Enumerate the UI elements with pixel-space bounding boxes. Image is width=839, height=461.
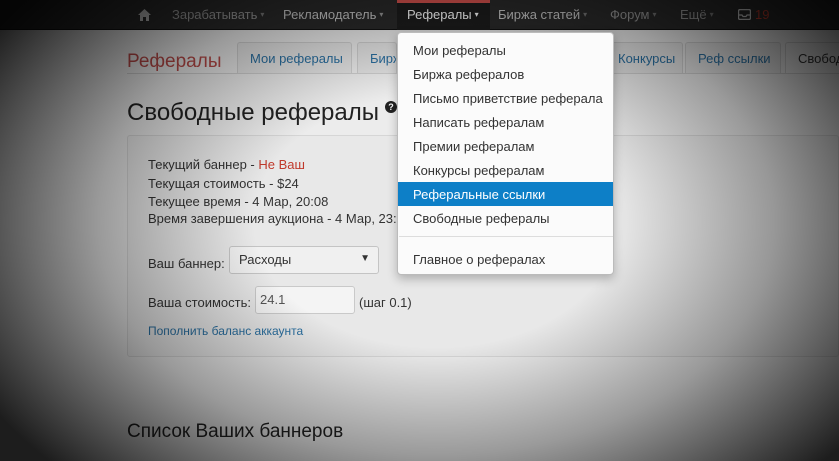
- nav-earn[interactable]: Зарабатывать ▾: [172, 0, 264, 30]
- current-banner-value: Не Ваш: [258, 157, 305, 172]
- nav-article-exchange-label: Биржа статей: [498, 7, 581, 22]
- menu-item-referral-bonuses[interactable]: Премии рефералам: [398, 134, 613, 158]
- current-banner-label: Текущий баннер -: [148, 157, 259, 172]
- messages-count-badge: 19: [755, 7, 770, 22]
- tab-referral-exchange[interactable]: Бирж: [357, 42, 397, 74]
- page-title: Свободные рефералы: [127, 99, 379, 126]
- nav-article-exchange[interactable]: Биржа статей ▾: [498, 0, 587, 30]
- menu-item-referral-contests[interactable]: Конкурсы рефералам: [398, 158, 613, 182]
- chevron-down-icon: ▾: [379, 10, 384, 19]
- chevron-down-icon: ▾: [474, 10, 479, 19]
- help-icon[interactable]: ?: [385, 101, 397, 113]
- chevron-down-icon: ▾: [583, 10, 588, 19]
- tab-contests[interactable]: Конкурсы: [605, 42, 683, 74]
- menu-item-free-referrals[interactable]: Свободные рефералы: [398, 206, 613, 230]
- nav-referrals-label: Рефералы: [407, 7, 472, 22]
- nav-earn-label: Зарабатывать: [172, 7, 258, 22]
- banner-select-value: Расходы: [239, 252, 292, 267]
- menu-item-write-referrals[interactable]: Написать рефералам: [398, 110, 613, 134]
- banner-select-label: Ваш баннер:: [148, 256, 225, 271]
- chevron-down-icon: ▾: [260, 10, 265, 19]
- menu-item-referral-exchange[interactable]: Биржа рефералов: [398, 62, 613, 86]
- nav-referrals[interactable]: Рефералы ▾: [397, 0, 490, 30]
- cost-input[interactable]: 24.1: [255, 286, 355, 314]
- menu-item-referral-links[interactable]: Реферальные ссылки: [398, 182, 613, 206]
- banner-select[interactable]: Расходы ▼: [229, 246, 379, 274]
- tab-free-referrals[interactable]: Свобод: [785, 42, 839, 74]
- inbox-icon: [738, 9, 751, 20]
- step-hint: (шаг 0.1): [359, 295, 412, 310]
- menu-item-referrals-overview[interactable]: Главное о рефералах: [398, 247, 613, 271]
- top-navbar: Зарабатывать ▾ Рекламодатель ▾ Рефералы …: [0, 0, 839, 30]
- banners-list-title: Список Ваших баннеров: [127, 421, 344, 442]
- section-title: Рефералы: [127, 51, 222, 72]
- current-time-line: Текущее время - 4 Мар, 20:08: [148, 194, 329, 209]
- home-nav-link[interactable]: [135, 0, 153, 30]
- nav-messages[interactable]: 19: [738, 0, 769, 30]
- menu-item-welcome-letter[interactable]: Письмо приветствие реферала: [398, 86, 613, 110]
- menu-divider: [399, 236, 613, 237]
- nav-advertiser-label: Рекламодатель: [283, 7, 377, 22]
- nav-forum-label: Форум: [610, 7, 650, 22]
- topup-balance-link[interactable]: Пополнить баланс аккаунта: [148, 324, 303, 338]
- tab-my-referrals[interactable]: Мои рефералы: [237, 42, 352, 74]
- current-banner-line: Текущий баннер - Не Ваш: [148, 157, 305, 172]
- select-arrow-icon: ▼: [360, 253, 370, 264]
- nav-advertiser[interactable]: Рекламодатель ▾: [283, 0, 383, 30]
- nav-more[interactable]: Ещё ▾: [680, 0, 714, 30]
- nav-forum[interactable]: Форум ▾: [610, 0, 657, 30]
- cost-input-label: Ваша стоимость:: [148, 295, 251, 310]
- auction-end-line: Время завершения аукциона - 4 Мар, 23:3: [148, 211, 404, 226]
- tab-ref-links[interactable]: Реф ссылки: [685, 42, 781, 74]
- menu-item-my-referrals[interactable]: Мои рефералы: [398, 38, 613, 62]
- nav-more-label: Ещё: [680, 7, 707, 22]
- current-cost-line: Текущая стоимость - $24: [148, 176, 299, 191]
- chevron-down-icon: ▾: [652, 10, 657, 19]
- referrals-dropdown-menu: Мои рефералы Биржа рефералов Письмо прив…: [397, 32, 614, 275]
- home-icon: [137, 8, 151, 21]
- chevron-down-icon: ▾: [709, 10, 714, 19]
